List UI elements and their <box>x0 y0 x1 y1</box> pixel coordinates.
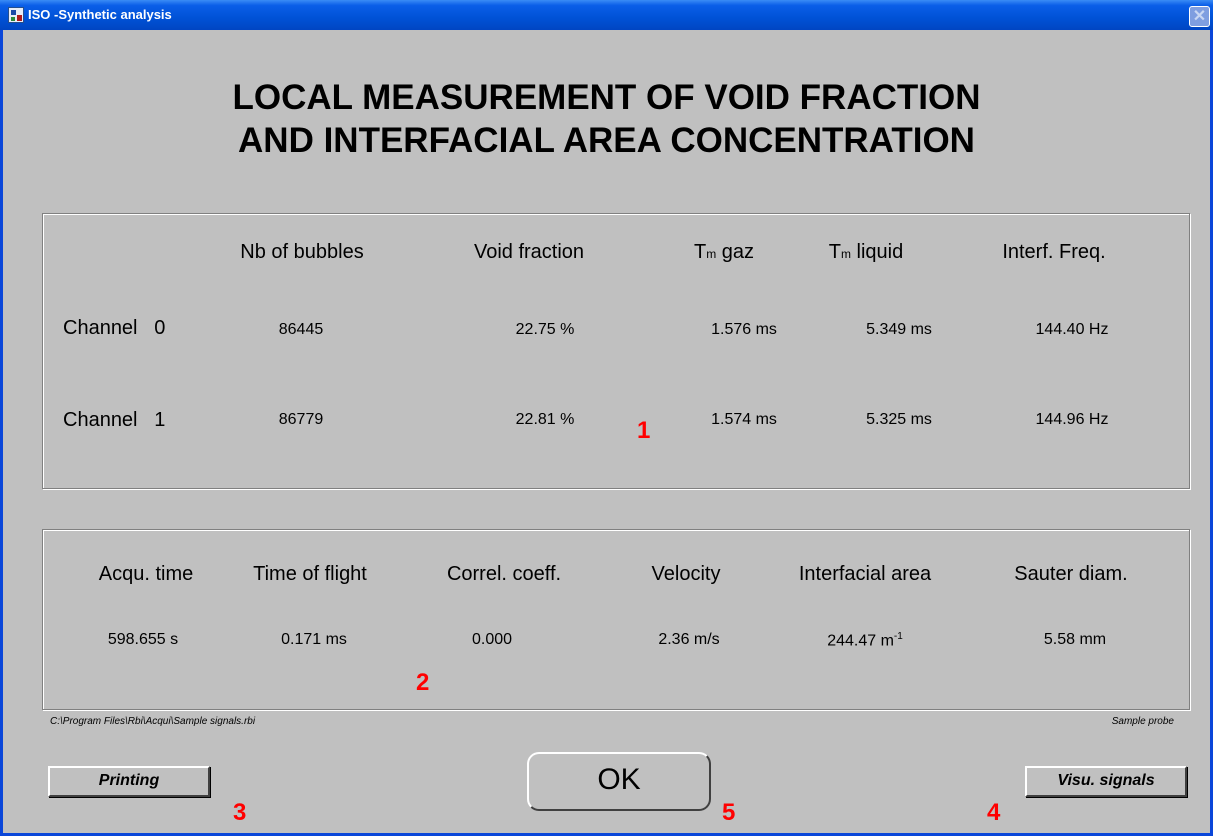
tm-gaz-subscript: m <box>706 247 717 261</box>
channel-0-label: Channel 0 <box>63 317 165 340</box>
channel-0-index: 0 <box>154 317 166 339</box>
velocity-value: 2.36 m/s <box>658 631 720 648</box>
annotation-marker-1: 1 <box>637 417 651 444</box>
header-acqu-time: Acqu. time <box>98 563 194 585</box>
printing-button[interactable]: Printing <box>48 766 210 797</box>
close-button[interactable]: ✕ <box>1189 6 1210 27</box>
time-of-flight-value: 0.171 ms <box>281 631 347 648</box>
channel-1-tm-gaz: 1.574 ms <box>711 411 777 428</box>
tm-gaz-label: gaz <box>716 241 755 263</box>
visu-signals-button[interactable]: Visu. signals <box>1025 766 1187 797</box>
annotation-marker-5: 5 <box>722 799 736 826</box>
channel-1-interf-freq: 144.96 Hz <box>1035 411 1109 428</box>
interfacial-area-value: 244.47 m-1 <box>827 631 903 650</box>
sauter-diam-value: 5.58 mm <box>1043 631 1107 648</box>
synthetic-analysis-window: ISO -Synthetic analysis ✕ LOCAL MEASUREM… <box>0 0 1213 836</box>
window-title: ISO -Synthetic analysis <box>28 7 172 22</box>
channel-0-text: Channel <box>63 317 138 339</box>
header-interfacial-area: Interfacial area <box>798 563 932 585</box>
channel-1-label: Channel 1 <box>63 409 165 432</box>
tm-gaz-symbol: T <box>693 241 707 263</box>
page-title-line-1: LOCAL MEASUREMENT OF VOID FRACTION <box>232 78 981 117</box>
header-correl-coeff: Correl. coeff. <box>446 563 562 585</box>
tm-liquid-symbol: T <box>828 241 841 263</box>
correl-coeff-value: 0.000 <box>471 631 513 648</box>
annotation-marker-3: 3 <box>233 799 247 826</box>
file-path: C:\Program Files\Rbi\Acqui\Sample signal… <box>50 716 256 727</box>
channel-1-index: 1 <box>154 409 166 431</box>
annotation-marker-4: 4 <box>987 799 1001 826</box>
header-void-fraction: Void fraction <box>473 241 585 263</box>
header-sauter-diam: Sauter diam. <box>1014 563 1128 585</box>
header-tm-liquid: Tm liquid <box>829 241 903 264</box>
tm-liquid-label: liquid <box>850 241 904 263</box>
title-bar[interactable]: ISO -Synthetic analysis ✕ <box>0 0 1213 30</box>
header-time-of-flight: Time of flight <box>253 563 367 585</box>
channel-0-nb-bubbles: 86445 <box>278 321 324 338</box>
channel-1-text: Channel <box>63 409 138 431</box>
channel-1-tm-liquid: 5.325 ms <box>866 411 932 428</box>
channel-0-void-fraction: 22.75 % <box>515 321 575 338</box>
page-title: LOCAL MEASUREMENT OF VOID FRACTION AND I… <box>3 76 1210 162</box>
channel-1-nb-bubbles: 86779 <box>278 411 324 428</box>
header-nb-bubbles: Nb of bubbles <box>240 241 364 263</box>
channel-0-interf-freq: 144.40 Hz <box>1035 321 1109 338</box>
interfacial-area-number: 244.47 m <box>827 632 894 650</box>
header-interf-freq: Interf. Freq. <box>1002 241 1106 263</box>
header-velocity: Velocity <box>651 563 721 585</box>
interfacial-area-exponent: -1 <box>893 631 903 642</box>
header-tm-gaz: Tm gaz <box>694 241 754 264</box>
annotation-marker-2: 2 <box>416 669 430 696</box>
probe-name: Sample probe <box>1111 716 1174 727</box>
velocity-results-panel: Acqu. time Time of flight Correl. coeff.… <box>42 529 1190 710</box>
ok-button[interactable]: OK <box>527 752 711 811</box>
tm-liquid-subscript: m <box>840 247 851 261</box>
channel-results-panel: Nb of bubbles Void fraction Tm gaz Tm li… <box>42 213 1190 489</box>
channel-0-tm-gaz: 1.576 ms <box>711 321 777 338</box>
channel-0-tm-liquid: 5.349 ms <box>866 321 932 338</box>
channel-1-void-fraction: 22.81 % <box>515 411 575 428</box>
page-title-line-2: AND INTERFACIAL AREA CONCENTRATION <box>238 121 975 160</box>
acqu-time-value: 598.655 s <box>107 631 179 648</box>
app-icon <box>8 7 24 23</box>
